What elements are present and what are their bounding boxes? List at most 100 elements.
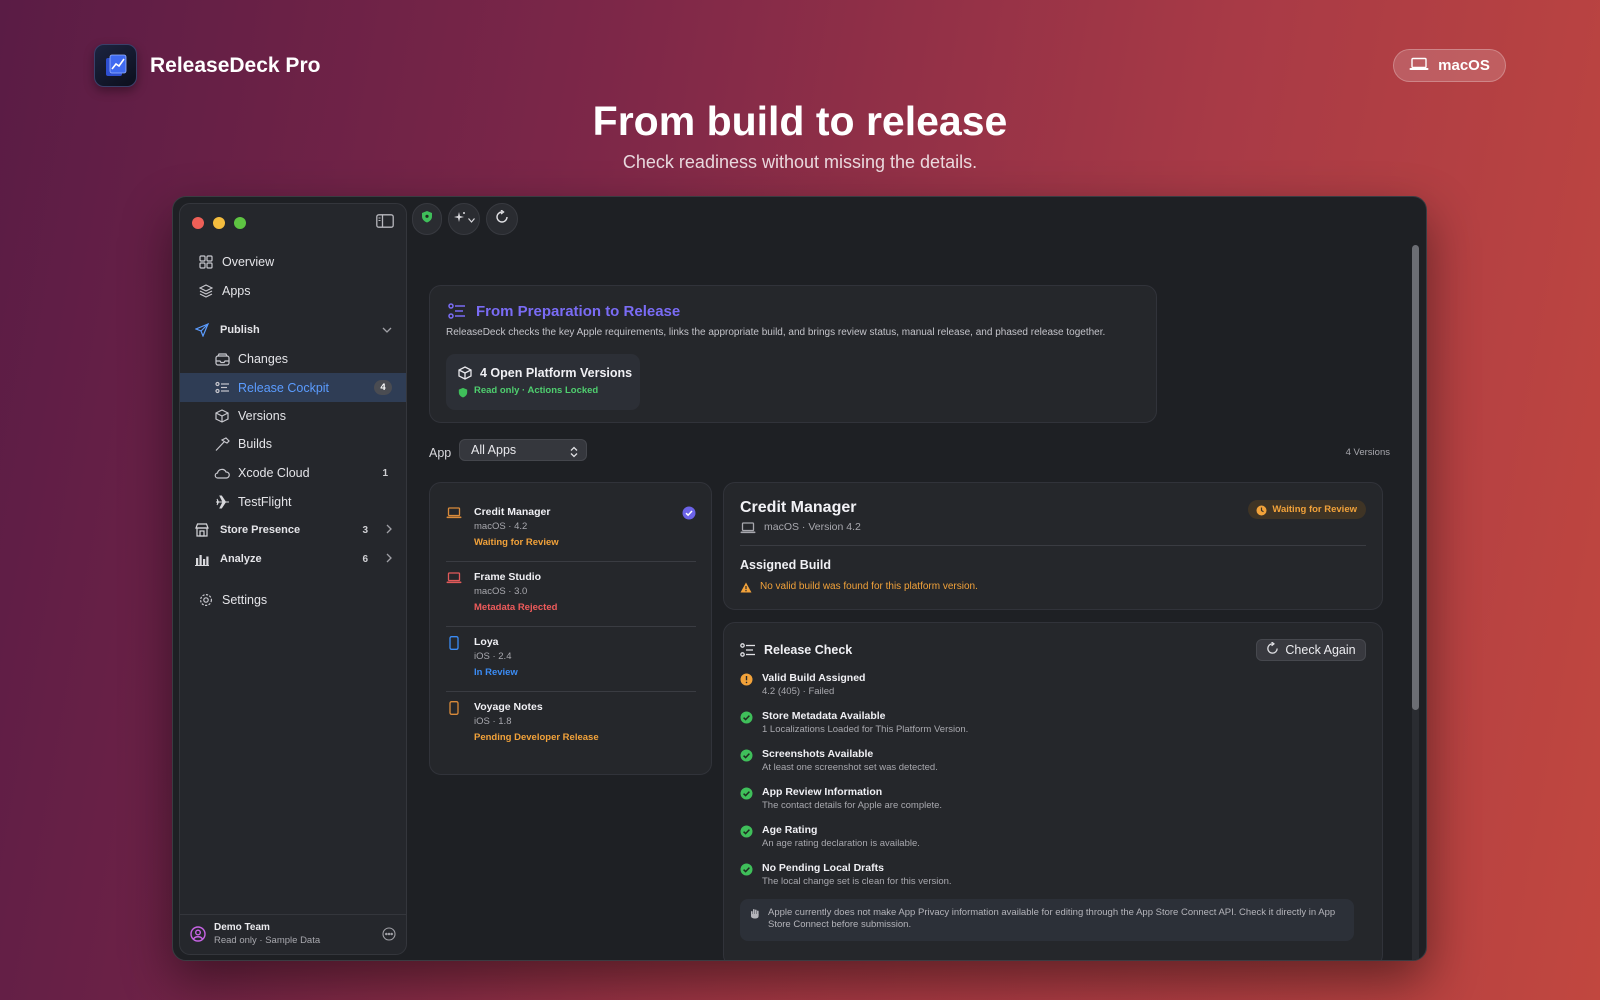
check-circle-icon <box>740 711 753 729</box>
open-versions-status: Read only · Actions Locked <box>474 385 599 396</box>
release-check-card: Release Check Check Again Valid Build As… <box>723 622 1383 960</box>
phone-icon <box>446 701 462 720</box>
sidebar-group-label: Publish <box>220 324 260 336</box>
check-title: App Review Information <box>762 786 883 798</box>
check-title: Store Metadata Available <box>762 710 886 722</box>
sidebar-item-changes[interactable]: Changes <box>180 345 406 373</box>
open-versions-title: 4 Open Platform Versions <box>480 366 633 380</box>
app-status: Waiting for Review <box>474 537 559 548</box>
check-title: Screenshots Available <box>762 748 874 760</box>
sidebar-item-label: Versions <box>238 409 286 423</box>
app-name: Credit Manager <box>474 506 551 518</box>
app-status: Metadata Rejected <box>474 602 558 613</box>
sidebar-item-overview[interactable]: Overview <box>180 248 406 276</box>
detail-app-name: Credit Manager <box>740 499 857 516</box>
phone-icon <box>446 636 462 655</box>
box-icon <box>458 366 472 385</box>
hammer-icon <box>214 436 230 452</box>
chevron-right-icon <box>386 524 392 537</box>
sidebar-group-label: Analyze <box>220 553 262 565</box>
sidebar-item-testflight[interactable]: TestFlight <box>180 488 406 516</box>
intro-card: From Preparation to Release ReleaseDeck … <box>429 285 1157 423</box>
more-options-icon[interactable] <box>382 927 396 946</box>
count-label: 1 <box>382 467 388 479</box>
platform-label: macOS <box>1438 57 1490 74</box>
app-meta: iOS · 1.8 <box>474 716 512 727</box>
intro-title: From Preparation to Release <box>476 303 681 320</box>
brand: ReleaseDeck Pro <box>94 44 320 87</box>
shield-icon <box>421 210 433 228</box>
check-again-label: Check Again <box>1285 643 1356 657</box>
assigned-build-title: Assigned Build <box>740 558 831 572</box>
warning-circle-icon <box>740 673 753 691</box>
bar-chart-icon <box>194 551 210 567</box>
refresh-button[interactable] <box>486 203 518 235</box>
app-version-list: Credit Manager macOS · 4.2 Waiting for R… <box>429 482 712 775</box>
count-label: 3 <box>362 524 368 536</box>
app-filter-select[interactable]: All Apps <box>459 439 587 461</box>
hand-icon <box>750 908 760 923</box>
sidebar-item-builds[interactable]: Builds <box>180 430 406 458</box>
close-window-button[interactable] <box>192 217 204 229</box>
version-detail-card: Credit Manager macOS · Version 4.2 Waiti… <box>723 482 1383 610</box>
check-circle-icon <box>740 787 753 805</box>
selected-check-icon <box>682 506 696 525</box>
list-item[interactable]: Credit Manager macOS · 4.2 Waiting for R… <box>446 497 696 561</box>
minimize-window-button[interactable] <box>213 217 225 229</box>
ai-menu-button[interactable] <box>448 203 480 235</box>
sidebar-group-publish[interactable]: Publish <box>180 316 406 344</box>
check-description: The contact details for Apple are comple… <box>762 800 943 811</box>
check-circle-icon <box>740 825 753 843</box>
security-status-button[interactable] <box>412 203 442 235</box>
app-status: Pending Developer Release <box>474 732 599 743</box>
sidebar-item-versions[interactable]: Versions <box>180 402 406 430</box>
sidebar: Overview Apps Publish Changes Release Co… <box>179 203 407 955</box>
team-footer[interactable]: Demo Team Read only · Sample Data <box>180 914 406 954</box>
laptop-icon <box>1409 57 1429 75</box>
sidebar-toggle-icon[interactable] <box>376 214 394 233</box>
grid-icon <box>198 254 214 270</box>
app-status: In Review <box>474 667 518 678</box>
sidebar-group-store-presence[interactable]: Store Presence 3 <box>180 516 406 544</box>
sidebar-item-xcode-cloud[interactable]: Xcode Cloud 1 <box>180 459 406 487</box>
gear-icon <box>198 592 214 608</box>
privacy-note: Apple currently does not make App Privac… <box>740 899 1354 941</box>
team-subtitle: Read only · Sample Data <box>214 935 321 946</box>
refresh-icon <box>495 208 509 229</box>
sidebar-item-settings[interactable]: Settings <box>180 586 406 614</box>
brand-name: ReleaseDeck Pro <box>150 53 321 77</box>
check-circle-icon <box>740 749 753 767</box>
app-name: Voyage Notes <box>474 701 543 713</box>
sidebar-item-label: Settings <box>222 593 268 607</box>
check-title: Age Rating <box>762 824 818 836</box>
assigned-build-warning: No valid build was found for this platfo… <box>760 581 978 592</box>
sidebar-group-analyze[interactable]: Analyze 6 <box>180 545 406 573</box>
check-circle-icon <box>740 863 753 881</box>
check-description: An age rating declaration is available. <box>762 838 920 849</box>
refresh-icon <box>1266 641 1279 658</box>
sidebar-item-release-cockpit[interactable]: Release Cockpit 4 <box>180 373 406 402</box>
checklist-icon <box>214 380 230 396</box>
zoom-window-button[interactable] <box>234 217 246 229</box>
check-description: 1 Localizations Loaded for This Platform… <box>762 724 969 735</box>
shield-icon <box>458 385 468 403</box>
check-again-button[interactable]: Check Again <box>1256 639 1366 661</box>
chevron-right-icon <box>386 553 392 566</box>
sidebar-item-label: Release Cockpit <box>238 380 330 395</box>
privacy-note-text: Apple currently does not make App Privac… <box>768 907 1336 930</box>
app-name: Loya <box>474 636 499 648</box>
tray-icon <box>214 351 230 367</box>
sidebar-group-label: Store Presence <box>220 524 301 536</box>
list-item[interactable]: Voyage Notes iOS · 1.8 Pending Developer… <box>446 692 696 756</box>
sidebar-item-label: TestFlight <box>238 495 292 509</box>
sidebar-item-apps[interactable]: Apps <box>180 277 406 305</box>
scrollbar-thumb[interactable] <box>1412 245 1419 710</box>
platform-pill[interactable]: macOS <box>1393 49 1506 82</box>
list-item[interactable]: Loya iOS · 2.4 In Review <box>446 627 696 691</box>
hero-title: From build to release <box>592 98 1008 144</box>
check-description: The local change set is clean for this v… <box>762 876 952 887</box>
laptop-icon <box>740 521 756 539</box>
window-controls <box>192 217 246 229</box>
laptop-icon <box>446 571 462 589</box>
list-item[interactable]: Frame Studio macOS · 3.0 Metadata Reject… <box>446 562 696 626</box>
